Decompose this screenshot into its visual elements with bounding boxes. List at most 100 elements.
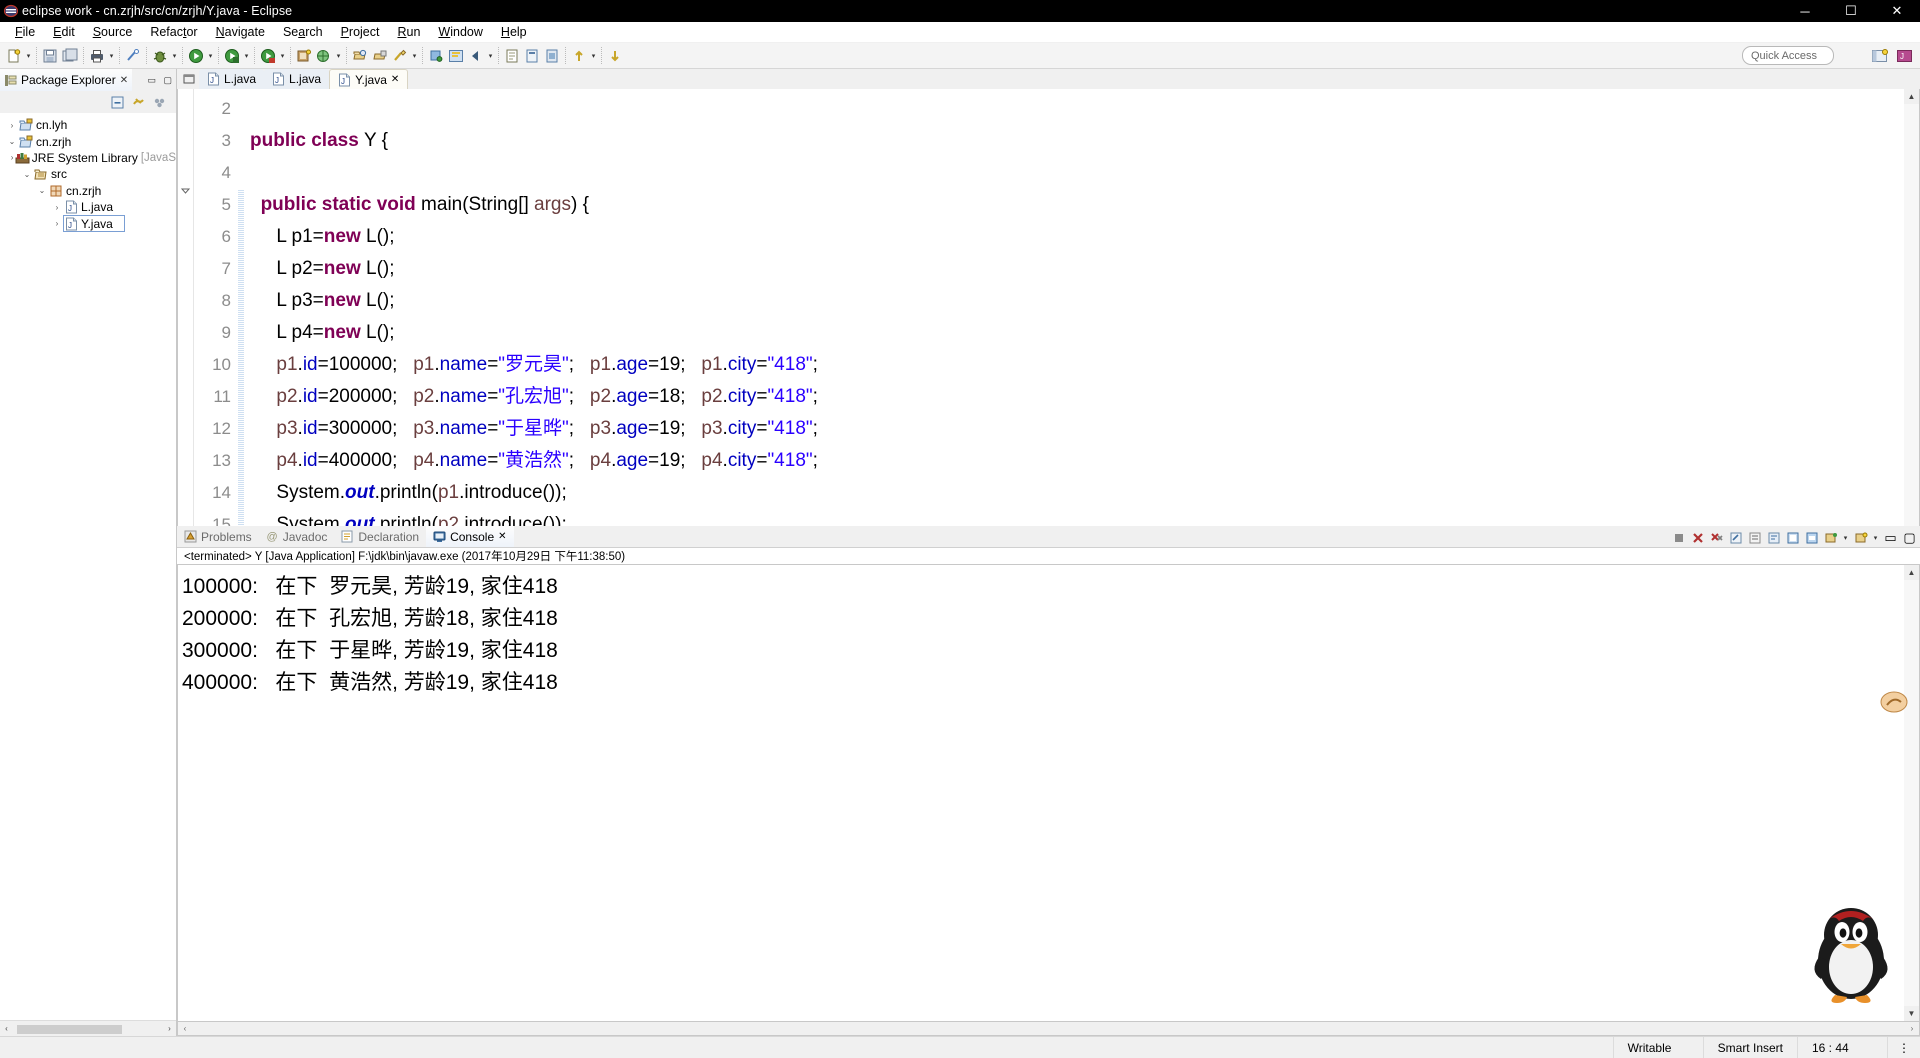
tree-item-jre-system-library[interactable]: › JRE System Library [JavaS	[0, 150, 176, 166]
maximize-icon[interactable]: ▢	[163, 75, 172, 86]
tree-twisty-icon[interactable]: ›	[6, 121, 18, 130]
close-icon[interactable]: ✕	[120, 75, 128, 86]
editor-tab-2[interactable]: J L.java	[264, 69, 330, 89]
console-vscrollbar[interactable]: ▲ ▼	[1904, 565, 1919, 1021]
annotation-ruler[interactable]	[178, 89, 194, 541]
scroll-down-arrow[interactable]: ▼	[1904, 1006, 1919, 1021]
back-dropdown-arrow[interactable]: ▾	[486, 46, 495, 66]
debug-dropdown-arrow[interactable]: ▾	[170, 46, 179, 66]
new-dropdown-arrow[interactable]: ▾	[24, 46, 33, 66]
code-line[interactable]	[250, 93, 1904, 125]
bookmark-icon[interactable]	[522, 46, 542, 66]
code-line[interactable]: p2.id=200000; p2.name="孔宏旭"; p2.age=18; …	[250, 381, 1904, 413]
menu-refactor[interactable]: Refactor	[141, 23, 206, 41]
new-java-project-icon[interactable]	[294, 46, 314, 66]
search-icon[interactable]	[390, 46, 410, 66]
package-explorer-tab[interactable]: Package Explorer ✕	[0, 69, 133, 91]
tree-twisty-icon[interactable]: ⌄	[36, 186, 48, 195]
qq-penguin-icon[interactable]	[1805, 899, 1897, 1003]
debug-icon[interactable]	[150, 46, 170, 66]
tree-item-cn-zrjh[interactable]: ⌄ cn.zrjh	[0, 133, 176, 149]
new-package-icon[interactable]	[314, 46, 334, 66]
scroll-up-arrow[interactable]: ▲	[1904, 89, 1919, 104]
tree-twisty-icon[interactable]: ⌄	[21, 170, 33, 179]
search-dropdown-arrow[interactable]: ▾	[410, 46, 419, 66]
bottom-tab-javadoc[interactable]: @ Javadoc	[259, 526, 335, 547]
open-type-icon[interactable]	[350, 46, 370, 66]
minimize-icon[interactable]: ▭	[147, 75, 156, 86]
menu-project[interactable]: Project	[332, 23, 389, 41]
close-button[interactable]: ✕	[1874, 0, 1920, 22]
menu-navigate[interactable]: Navigate	[207, 23, 274, 41]
toggle-icon[interactable]	[542, 46, 562, 66]
new-package-dropdown-arrow[interactable]: ▾	[334, 46, 343, 66]
code-line[interactable]: L p2=new L();	[250, 253, 1904, 285]
code-line[interactable]	[250, 157, 1904, 189]
maximize-icon[interactable]: ▢	[1901, 530, 1918, 547]
pin-console-icon[interactable]	[1784, 530, 1801, 547]
vscroll-track[interactable]	[1904, 104, 1919, 526]
collapse-all-icon[interactable]	[109, 94, 126, 111]
restore-icon[interactable]	[179, 69, 199, 89]
scroll-right-arrow[interactable]: ›	[1905, 1022, 1919, 1035]
tree-twisty-icon[interactable]: ›	[51, 203, 63, 212]
last-edit-location-icon[interactable]	[426, 46, 446, 66]
run-external-dropdown-arrow[interactable]: ▾	[242, 46, 251, 66]
save-all-icon[interactable]	[60, 46, 80, 66]
tree-item-cn-zrjh[interactable]: ⌄ cn.zrjh	[0, 183, 176, 199]
code-line[interactable]: p4.id=400000; p4.name="黄浩然"; p4.age=19; …	[250, 445, 1904, 477]
code-line[interactable]: public class Y {	[250, 125, 1904, 157]
word-wrap-icon[interactable]	[1765, 530, 1782, 547]
link-with-editor-icon[interactable]	[130, 94, 147, 111]
menu-search[interactable]: Search	[274, 23, 332, 41]
scroll-left-arrow[interactable]: ‹	[178, 1022, 192, 1035]
scroll-lock-icon[interactable]	[1746, 530, 1763, 547]
folding-ruler[interactable]	[238, 89, 250, 541]
previous-dropdown-arrow[interactable]: ▾	[589, 46, 598, 66]
open-task-icon[interactable]	[370, 46, 390, 66]
tree-item-src[interactable]: ⌄ src	[0, 166, 176, 182]
close-icon[interactable]: ✕	[391, 74, 399, 85]
scroll-left-arrow[interactable]: ‹	[0, 1022, 13, 1036]
scroll-right-arrow[interactable]: ›	[163, 1022, 176, 1036]
open-console-icon[interactable]	[1822, 530, 1839, 547]
code-line[interactable]: L p3=new L();	[250, 285, 1904, 317]
quick-fix-icon[interactable]	[123, 46, 143, 66]
open-console-dropdown-arrow[interactable]: ▾	[1841, 528, 1850, 548]
run-external-icon[interactable]	[222, 46, 242, 66]
collapse-arrow-icon[interactable]	[180, 185, 193, 196]
bottom-tab-problems[interactable]: Problems	[177, 526, 259, 547]
tree-item-cn-lyh[interactable]: › cn.lyh	[0, 117, 176, 133]
source-code-text[interactable]: public class Y { public static void main…	[250, 89, 1904, 541]
coverage-icon[interactable]	[258, 46, 278, 66]
menu-file[interactable]: FFileile	[6, 23, 44, 41]
hscroll-track[interactable]	[13, 1022, 163, 1035]
minimize-button[interactable]: ─	[1782, 0, 1828, 22]
minimize-icon[interactable]: ▭	[1882, 530, 1899, 547]
pin-icon[interactable]	[1877, 685, 1911, 719]
menu-source[interactable]: Source	[84, 23, 142, 41]
clear-console-icon[interactable]	[1727, 530, 1744, 547]
code-line[interactable]: p1.id=100000; p1.name="罗元昊"; p1.age=19; …	[250, 349, 1904, 381]
tree-twisty-icon[interactable]: ⌄	[6, 137, 18, 146]
view-menu-icon[interactable]	[151, 94, 168, 111]
bottom-tab-declaration[interactable]: Declaration	[334, 526, 426, 547]
maximize-button[interactable]: ☐	[1828, 0, 1874, 22]
code-line[interactable]: L p4=new L();	[250, 317, 1904, 349]
tree-item-l-java[interactable]: › J L.java	[0, 199, 176, 215]
hscroll-thumb[interactable]	[17, 1024, 122, 1034]
code-line[interactable]: public static void main(String[] args) {	[250, 189, 1904, 221]
code-line[interactable]: System.out.println(p1.introduce());	[250, 477, 1904, 509]
quick-access-input[interactable]: Quick Access	[1742, 46, 1834, 65]
coverage-dropdown-arrow[interactable]: ▾	[278, 46, 287, 66]
remove-launch-icon[interactable]	[1689, 530, 1706, 547]
code-line[interactable]: L p1=new L();	[250, 221, 1904, 253]
back-icon[interactable]	[466, 46, 486, 66]
menu-run[interactable]: Run	[388, 23, 429, 41]
console-hscrollbar[interactable]: ‹ ›	[177, 1022, 1920, 1036]
print-dropdown-arrow[interactable]: ▾	[107, 46, 116, 66]
project-tree[interactable]: › cn.lyh ⌄ cn.zrjh › JRE System Library [JavaS…	[0, 113, 176, 1020]
display-selected-console-icon[interactable]	[1803, 530, 1820, 547]
save-icon[interactable]	[40, 46, 60, 66]
status-menu-icon[interactable]: ⋮	[1887, 1036, 1920, 1058]
